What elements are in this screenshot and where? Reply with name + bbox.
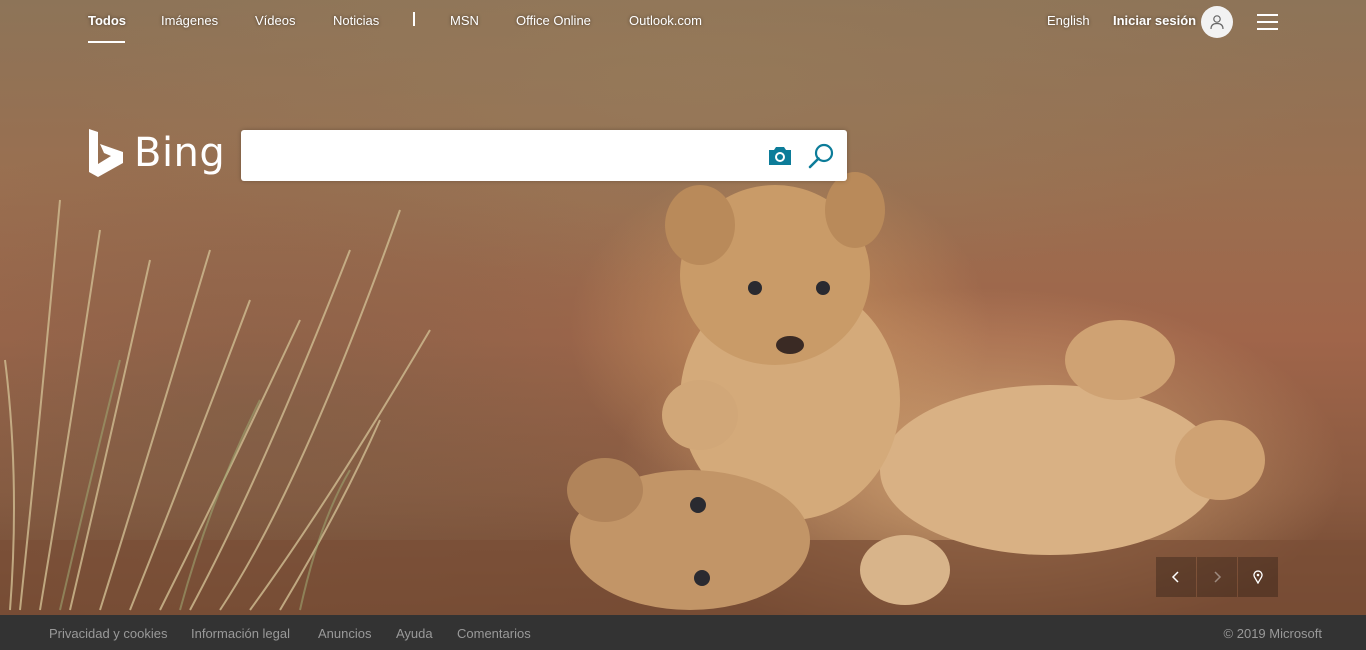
copyright-text: © 2019 Microsoft: [1223, 626, 1322, 641]
bing-logo[interactable]: Bing: [88, 127, 225, 179]
footer-feedback-link[interactable]: Comentarios: [457, 626, 531, 641]
previous-image-button[interactable]: [1156, 557, 1196, 597]
footer-legal-link[interactable]: Información legal: [191, 626, 290, 641]
magnifier-icon: [808, 143, 834, 169]
footer-ads-link[interactable]: Anuncios: [318, 626, 371, 641]
footer-privacy-link[interactable]: Privacidad y cookies: [49, 626, 168, 641]
nav-imagenes[interactable]: Imágenes: [161, 13, 218, 28]
search-button[interactable]: [807, 142, 835, 170]
nav-separator: [413, 12, 415, 26]
bing-b-icon: [89, 129, 123, 177]
top-navigation: Todos Imágenes Vídeos Noticias MSN Offic…: [0, 0, 1366, 44]
user-icon: [1210, 15, 1224, 30]
search-box: [241, 130, 847, 181]
chevron-left-icon: [1171, 571, 1179, 583]
language-switch[interactable]: English: [1047, 13, 1090, 28]
avatar[interactable]: [1201, 6, 1233, 38]
next-image-button[interactable]: [1197, 557, 1237, 597]
active-tab-indicator: [88, 41, 125, 43]
footer: Privacidad y cookies Información legal A…: [0, 615, 1366, 650]
nav-office-online[interactable]: Office Online: [516, 13, 591, 28]
footer-help-link[interactable]: Ayuda: [396, 626, 433, 641]
hamburger-menu-icon[interactable]: [1257, 14, 1279, 30]
search-input[interactable]: [255, 140, 755, 170]
nav-noticias[interactable]: Noticias: [333, 13, 379, 28]
image-location-button[interactable]: [1238, 557, 1278, 597]
visual-search-button[interactable]: [766, 143, 794, 169]
signin-link[interactable]: Iniciar sesión: [1113, 13, 1196, 28]
background-scene: [0, 172, 1366, 615]
camera-icon: [769, 147, 791, 165]
background-image: [0, 0, 1366, 615]
nav-todos[interactable]: Todos: [88, 13, 126, 28]
nav-videos[interactable]: Vídeos: [255, 13, 295, 28]
nav-msn[interactable]: MSN: [450, 13, 479, 28]
chevron-right-icon: [1214, 571, 1222, 583]
nav-outlook[interactable]: Outlook.com: [629, 13, 702, 28]
location-pin-icon: [1253, 570, 1263, 584]
logo-text: Bing: [134, 130, 226, 176]
